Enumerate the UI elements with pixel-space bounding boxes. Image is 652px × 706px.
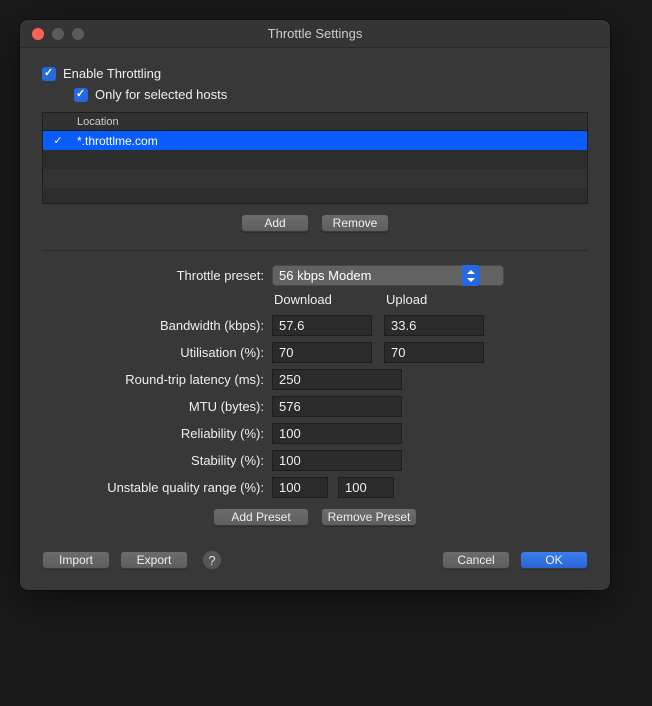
preset-label: Throttle preset: — [42, 268, 272, 283]
unstable-label: Unstable quality range (%): — [42, 480, 272, 495]
table-row[interactable]: ✓ *.throttlme.com — [43, 131, 587, 150]
row-location: *.throttlme.com — [73, 134, 587, 148]
utilisation-upload-field[interactable] — [384, 342, 484, 363]
enable-throttling-checkbox[interactable] — [42, 67, 56, 81]
maximize-icon[interactable] — [72, 28, 84, 40]
stability-field[interactable] — [272, 450, 402, 471]
stability-label: Stability (%): — [42, 453, 272, 468]
enable-throttling-label: Enable Throttling — [63, 66, 161, 81]
hosts-col-location: Location — [73, 116, 587, 128]
hosts-table-header: Location — [43, 113, 587, 131]
mtu-label: MTU (bytes): — [42, 399, 272, 414]
enable-throttling-row: Enable Throttling — [42, 66, 588, 81]
throttle-settings-window: Throttle Settings Enable Throttling Only… — [20, 20, 610, 590]
unstable-high-field[interactable] — [338, 477, 394, 498]
remove-host-button[interactable]: Remove — [321, 214, 389, 232]
traffic-lights — [20, 28, 84, 40]
help-icon[interactable]: ? — [202, 550, 222, 570]
reliability-label: Reliability (%): — [42, 426, 272, 441]
unstable-low-field[interactable] — [272, 477, 328, 498]
close-icon[interactable] — [32, 28, 44, 40]
latency-field[interactable] — [272, 369, 402, 390]
divider — [42, 250, 588, 251]
add-preset-button[interactable]: Add Preset — [213, 508, 309, 526]
window-title: Throttle Settings — [20, 26, 610, 41]
download-col-header: Download — [272, 292, 372, 309]
row-check-icon[interactable]: ✓ — [43, 134, 73, 147]
hosts-table: Location ✓ *.throttlme.com — [42, 112, 588, 204]
bandwidth-upload-field[interactable] — [384, 315, 484, 336]
preset-select[interactable]: 56 kbps Modem — [272, 265, 504, 286]
cancel-button[interactable]: Cancel — [442, 551, 510, 569]
selected-hosts-label: Only for selected hosts — [95, 87, 227, 102]
throttle-form: Throttle preset: 56 kbps Modem Download … — [42, 265, 588, 498]
export-button[interactable]: Export — [120, 551, 188, 569]
selected-hosts-checkbox[interactable] — [74, 88, 88, 102]
add-host-button[interactable]: Add — [241, 214, 309, 232]
latency-label: Round-trip latency (ms): — [42, 372, 272, 387]
selected-hosts-row: Only for selected hosts — [74, 87, 588, 102]
import-button[interactable]: Import — [42, 551, 110, 569]
utilisation-download-field[interactable] — [272, 342, 372, 363]
mtu-field[interactable] — [272, 396, 402, 417]
titlebar: Throttle Settings — [20, 20, 610, 48]
reliability-field[interactable] — [272, 423, 402, 444]
minimize-icon[interactable] — [52, 28, 64, 40]
table-empty-area — [43, 150, 587, 204]
bandwidth-download-field[interactable] — [272, 315, 372, 336]
utilisation-label: Utilisation (%): — [42, 345, 272, 360]
bandwidth-label: Bandwidth (kbps): — [42, 318, 272, 333]
ok-button[interactable]: OK — [520, 551, 588, 569]
remove-preset-button[interactable]: Remove Preset — [321, 508, 417, 526]
upload-col-header: Upload — [384, 292, 484, 309]
